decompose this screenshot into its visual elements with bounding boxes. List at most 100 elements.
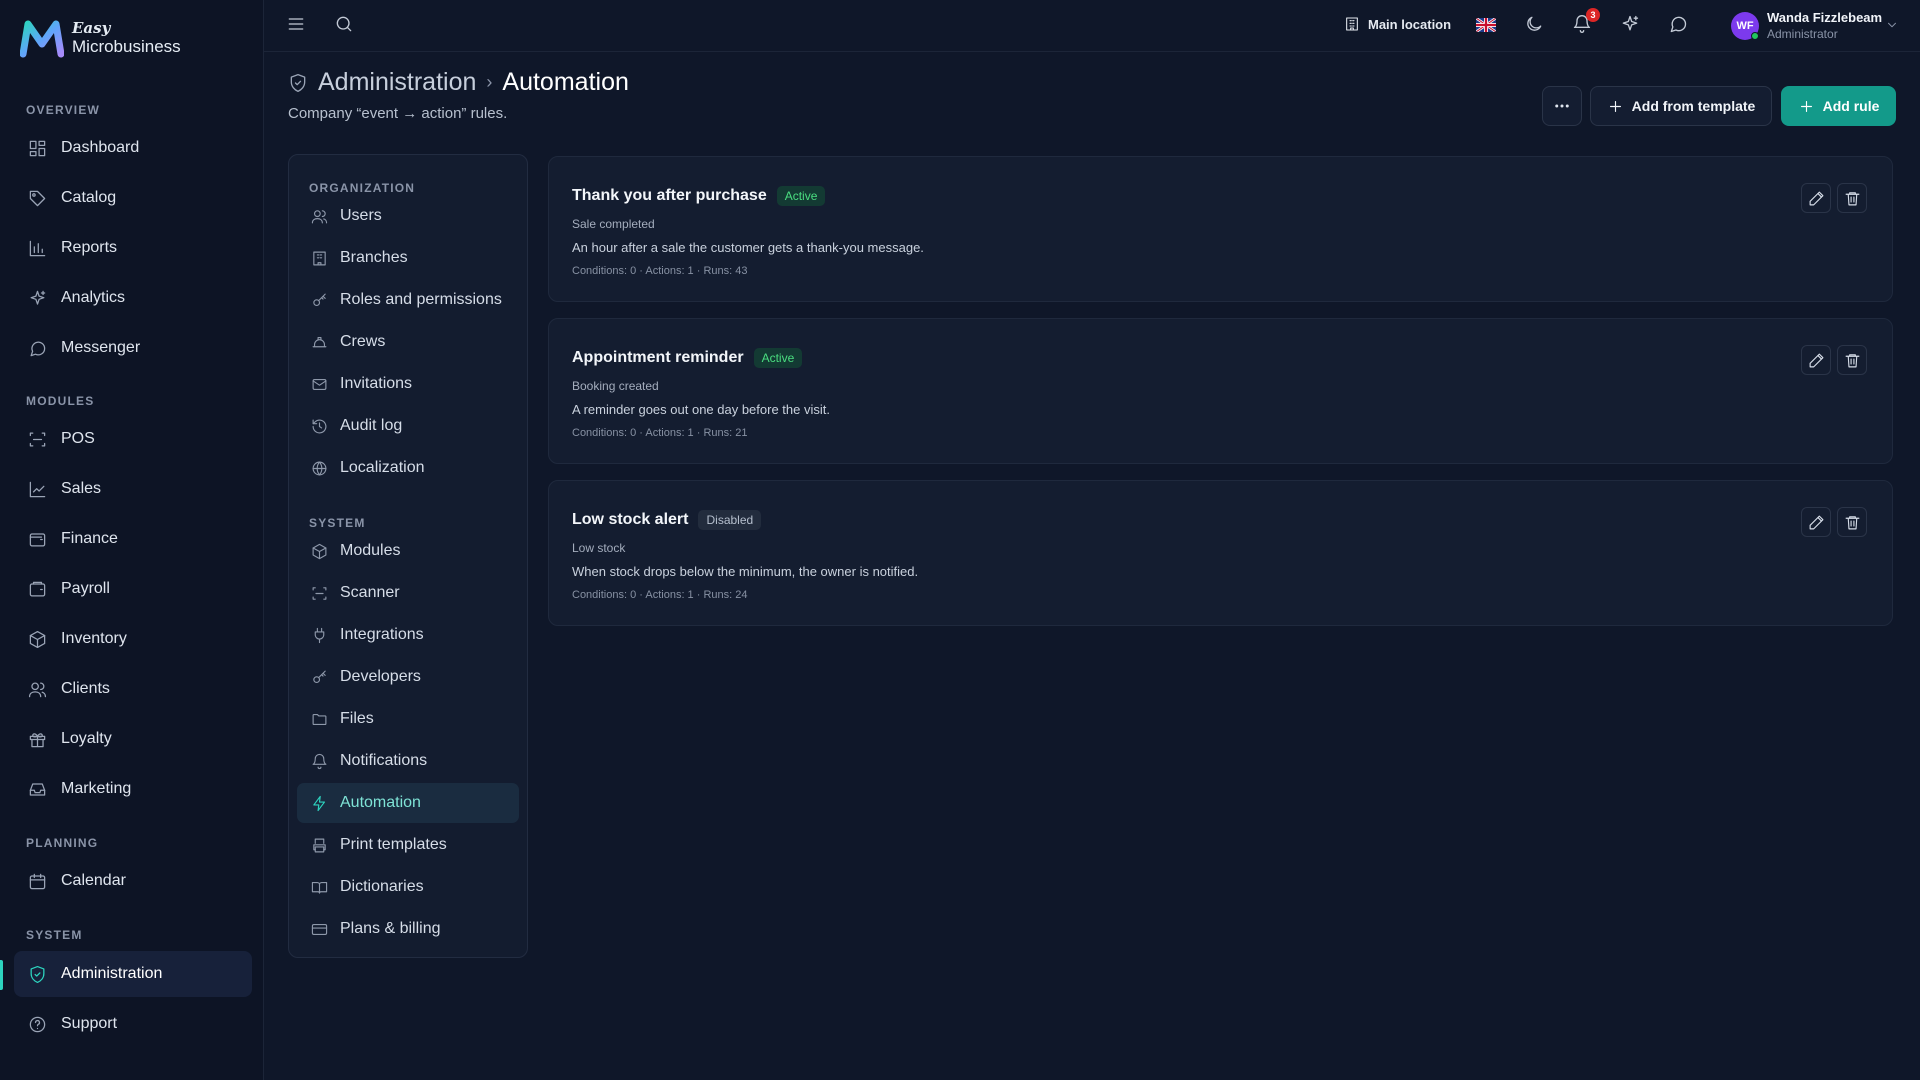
edit-rule-button[interactable] xyxy=(1801,507,1831,537)
user-role: Administrator xyxy=(1767,27,1838,41)
edit-rule-button[interactable] xyxy=(1801,345,1831,375)
settings-item-label: Roles and permissions xyxy=(340,291,502,308)
settings-item-invitations[interactable]: Invitations xyxy=(297,364,519,404)
delete-rule-button[interactable] xyxy=(1837,183,1867,213)
breadcrumb-parent[interactable]: Administration xyxy=(318,68,476,97)
sidebar-item-catalog[interactable]: Catalog xyxy=(14,175,252,221)
rule-meta: Conditions: 0 · Actions: 1 · Runs: 43 xyxy=(572,265,748,277)
settings-item-scanner[interactable]: Scanner xyxy=(297,573,519,613)
settings-item-users[interactable]: Users xyxy=(297,196,519,236)
settings-item-crews[interactable]: Crews xyxy=(297,322,519,362)
sidebar-item-dashboard[interactable]: Dashboard xyxy=(14,125,252,171)
ai-assistant-button[interactable] xyxy=(1620,14,1640,34)
sidebar-item-messenger[interactable]: Messenger xyxy=(14,325,252,371)
sidebar-item-sales[interactable]: Sales xyxy=(14,466,252,512)
nav-section-planning: PLANNING xyxy=(26,836,99,850)
help-icon xyxy=(29,1016,46,1032)
settings-item-developers[interactable]: Developers xyxy=(297,657,519,697)
trash-icon xyxy=(1845,515,1859,529)
settings-item-label: Audit log xyxy=(340,417,403,434)
chat-button[interactable] xyxy=(1668,14,1688,34)
user-name[interactable]: Wanda Fizzlebeam xyxy=(1767,10,1882,25)
settings-item-roles[interactable]: Roles and permissions xyxy=(297,280,519,320)
settings-item-audit-log[interactable]: Audit log xyxy=(297,406,519,446)
settings-item-automation[interactable]: Automation xyxy=(297,783,519,823)
notification-count-badge: 3 xyxy=(1586,8,1600,22)
search-icon xyxy=(336,16,352,32)
settings-item-modules[interactable]: Modules xyxy=(297,531,519,571)
rule-name: Appointment reminder xyxy=(572,349,744,366)
uk-flag-icon xyxy=(1476,18,1496,32)
breadcrumb: Administration › Automation xyxy=(288,68,629,97)
wallet-icon xyxy=(29,532,46,546)
sparkles-icon xyxy=(1622,15,1639,31)
sidebar: Easy Microbusiness OVERVIEW Dashboard Ca… xyxy=(0,0,264,1080)
add-from-template-button[interactable]: Add from template xyxy=(1590,86,1772,126)
settings-item-localization[interactable]: Localization xyxy=(297,448,519,488)
location-label: Main location xyxy=(1368,16,1452,32)
settings-item-label: Localization xyxy=(340,459,425,476)
settings-item-plans-billing[interactable]: Plans & billing xyxy=(297,909,519,949)
sidebar-item-pos[interactable]: POS xyxy=(14,416,252,462)
search-button[interactable] xyxy=(334,14,354,34)
users-icon xyxy=(311,209,328,223)
globe-icon xyxy=(312,461,327,475)
rule-card[interactable]: Thank you after purchase Active Sale com… xyxy=(548,156,1893,302)
brand-logo[interactable]: Easy Microbusiness xyxy=(20,18,181,58)
user-menu-chevron[interactable] xyxy=(1885,18,1899,32)
sidebar-item-finance[interactable]: Finance xyxy=(14,516,252,562)
delete-rule-button[interactable] xyxy=(1837,507,1867,537)
language-flag-icon[interactable] xyxy=(1476,18,1496,32)
trash-icon xyxy=(1845,191,1859,205)
shield-icon xyxy=(30,965,45,983)
sidebar-item-reports[interactable]: Reports xyxy=(14,225,252,271)
key-icon xyxy=(313,293,326,306)
sidebar-item-label: Messenger xyxy=(61,339,141,356)
sidebar-item-label: Marketing xyxy=(61,780,132,797)
settings-item-print-templates[interactable]: Print templates xyxy=(297,825,519,865)
settings-item-files[interactable]: Files xyxy=(297,699,519,739)
online-status-dot xyxy=(1751,32,1759,40)
settings-item-label: Modules xyxy=(340,542,401,559)
menu-toggle-button[interactable] xyxy=(286,14,306,34)
card-icon xyxy=(311,923,328,935)
add-rule-button[interactable]: Add rule xyxy=(1781,86,1896,126)
sidebar-item-clients[interactable]: Clients xyxy=(14,666,252,712)
rule-title-row: Thank you after purchase Active xyxy=(572,186,826,206)
edit-rule-button[interactable] xyxy=(1801,183,1831,213)
settings-item-label: Branches xyxy=(340,249,408,266)
delete-rule-button[interactable] xyxy=(1837,345,1867,375)
status-badge: Active xyxy=(776,186,826,206)
chat-icon xyxy=(30,341,46,356)
sidebar-item-marketing[interactable]: Marketing xyxy=(14,766,252,812)
sidebar-item-calendar[interactable]: Calendar xyxy=(14,858,252,904)
rule-card[interactable]: Low stock alert Disabled Low stock When … xyxy=(548,480,1893,626)
sidebar-item-analytics[interactable]: Analytics xyxy=(14,275,252,321)
settings-item-dictionaries[interactable]: Dictionaries xyxy=(297,867,519,907)
settings-item-integrations[interactable]: Integrations xyxy=(297,615,519,655)
sidebar-item-label: POS xyxy=(61,430,95,447)
brand-easy: Easy xyxy=(72,19,111,37)
settings-item-branches[interactable]: Branches xyxy=(297,238,519,278)
location-selector[interactable]: Main location xyxy=(1344,16,1451,32)
theme-toggle-button[interactable] xyxy=(1524,14,1544,34)
rule-card[interactable]: Appointment reminder Active Booking crea… xyxy=(548,318,1893,464)
rule-trigger: Sale completed xyxy=(572,217,655,231)
settings-item-notifications[interactable]: Notifications xyxy=(297,741,519,781)
sidebar-item-administration[interactable]: Administration xyxy=(14,951,252,997)
menu-icon xyxy=(288,18,304,30)
settings-item-label: Developers xyxy=(340,668,421,685)
sidebar-item-loyalty[interactable]: Loyalty xyxy=(14,716,252,762)
settings-item-label: Files xyxy=(340,710,374,727)
settings-item-label: Dictionaries xyxy=(340,878,424,895)
chat-icon xyxy=(1670,16,1687,33)
sidebar-item-inventory[interactable]: Inventory xyxy=(14,616,252,662)
add-rule-label: Add rule xyxy=(1822,98,1880,114)
bar-chart-icon xyxy=(29,240,46,256)
calendar-icon xyxy=(29,873,46,889)
sidebar-item-payroll[interactable]: Payroll xyxy=(14,566,252,612)
more-actions-button[interactable] xyxy=(1542,86,1582,126)
line-chart-icon xyxy=(29,481,46,497)
sidebar-item-support[interactable]: Support xyxy=(14,1001,252,1047)
settings-item-label: Invitations xyxy=(340,375,413,392)
